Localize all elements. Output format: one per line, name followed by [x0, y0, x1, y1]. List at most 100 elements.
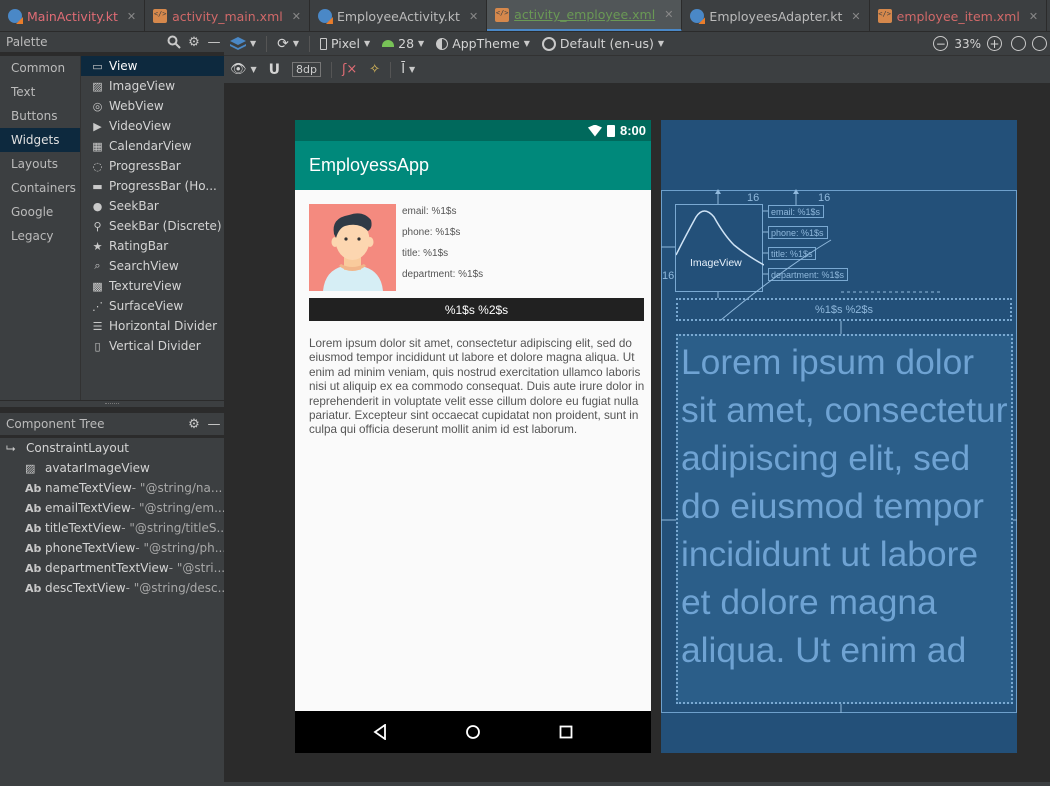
api-label: 28	[398, 36, 415, 51]
home-icon[interactable]	[453, 712, 493, 752]
editor-tab[interactable]: EmployeesAdapter.kt ✕	[682, 0, 870, 31]
close-icon[interactable]: ✕	[469, 10, 478, 23]
palette-category[interactable]: Common	[0, 56, 80, 80]
palette-widget[interactable]: ▬ ProgressBar (Ho...	[81, 176, 224, 196]
palette-widget-label: VideoView	[109, 119, 172, 133]
tree-node[interactable]: Ab titleTextView- "@string/titleS...	[0, 518, 224, 538]
tree-node[interactable]: Ab nameTextView- "@string/na...	[0, 478, 224, 498]
palette-category[interactable]: Text	[0, 80, 80, 104]
orientation-button[interactable]: ⟳ ▼	[271, 36, 305, 52]
close-icon[interactable]: ✕	[127, 10, 136, 23]
palette-widget-label: SearchView	[109, 259, 179, 273]
blueprint-email[interactable]: email: %1$s	[768, 205, 824, 218]
progress-icon: ◌	[92, 159, 103, 173]
palette-widget[interactable]: ▩ TextureView	[81, 276, 224, 296]
video-icon: ▶	[93, 119, 102, 133]
image-icon: ▨	[25, 461, 36, 475]
theme-label: AppTheme	[452, 36, 520, 51]
chevron-down-icon: ▼	[250, 65, 257, 74]
avatar-image[interactable]	[309, 204, 396, 291]
zoom-out-button[interactable]: −	[927, 36, 954, 51]
blueprint-title[interactable]: title: %1$s	[768, 247, 816, 260]
palette-widget[interactable]: ▦ CalendarView	[81, 136, 224, 156]
recents-icon[interactable]	[546, 712, 586, 752]
tree-node[interactable]: ▨ avatarImageView	[0, 458, 224, 478]
palette-widget[interactable]: ▯ Vertical Divider	[81, 336, 224, 356]
palette-category[interactable]: Widgets	[0, 128, 80, 152]
back-icon[interactable]	[360, 712, 400, 752]
blueprint-phone[interactable]: phone: %1$s	[768, 226, 828, 239]
web-icon: ◎	[92, 99, 103, 113]
palette-widget[interactable]: ▶ VideoView	[81, 116, 224, 136]
tree-node[interactable]: Ab descTextView- "@string/desc...	[0, 578, 224, 598]
palette-widget[interactable]: ⋰ SurfaceView	[81, 296, 224, 316]
minimize-icon[interactable]: —	[204, 32, 224, 52]
blueprint-description[interactable]: Lorem ipsum dolor sit amet, consectetur …	[676, 334, 1013, 704]
zoom-fit-button[interactable]	[1008, 36, 1029, 51]
palette-widget[interactable]: ◎ WebView	[81, 96, 224, 116]
palette-widget[interactable]: ★ RatingBar	[81, 236, 224, 256]
device-selector[interactable]: Pixel ▼	[314, 36, 376, 51]
palette-category[interactable]: Legacy	[0, 224, 80, 248]
close-icon[interactable]: ✕	[664, 8, 673, 21]
view-options-button[interactable]: 👁 ▼	[224, 62, 263, 77]
email-text: email: %1$s	[402, 206, 457, 217]
theme-selector[interactable]: AppTheme ▼	[430, 36, 536, 51]
tree-node[interactable]: Ab phoneTextView- "@string/ph...	[0, 538, 224, 558]
api-selector[interactable]: 28 ▼	[376, 36, 430, 51]
zoom-actual-button[interactable]	[1029, 36, 1050, 51]
android-icon	[382, 40, 395, 47]
infer-constraints-button[interactable]: ✧	[363, 62, 386, 77]
close-icon[interactable]: ✕	[851, 10, 860, 23]
palette-widget[interactable]: ☰ Horizontal Divider	[81, 316, 224, 336]
gear-icon[interactable]: ⚙	[184, 414, 204, 434]
palette-category[interactable]: Containers	[0, 176, 80, 200]
palette-widget[interactable]: ⌕ SearchView	[81, 256, 224, 276]
panel-splitter[interactable]	[0, 400, 224, 408]
minimize-icon[interactable]: —	[204, 414, 224, 434]
palette-category[interactable]: Google	[0, 200, 80, 224]
editor-tab[interactable]: EmployeeActivity.kt ✕	[310, 0, 488, 31]
gear-icon[interactable]: ⚙	[184, 32, 204, 52]
palette-widget[interactable]: ▭ View	[81, 56, 224, 76]
tree-node-ref: - "@string/em...	[130, 501, 224, 515]
palette-category[interactable]: Layouts	[0, 152, 80, 176]
blueprint-name[interactable]: %1$s %2$s	[676, 298, 1012, 321]
palette-widget[interactable]: ⚲ SeekBar (Discrete)	[81, 216, 224, 236]
tree-node-ref: - "@string/titleS...	[121, 521, 224, 535]
editor-tab-label: EmployeesAdapter.kt	[709, 8, 843, 24]
clear-constraints-button[interactable]: ʃ×	[336, 62, 363, 77]
palette-widget-label: CalendarView	[109, 139, 192, 153]
palette-widget[interactable]: ● SeekBar	[81, 196, 224, 216]
text-view-icon: Ab	[25, 561, 42, 575]
magic-wand-icon: ✧	[369, 62, 381, 77]
close-icon[interactable]: ✕	[1029, 10, 1038, 23]
design-surface[interactable]: 8:00 EmployessApp email: %1$s phone: %1$…	[295, 120, 651, 753]
palette-widget[interactable]: ▨ ImageView	[81, 76, 224, 96]
palette-category[interactable]: Buttons	[0, 104, 80, 128]
blueprint-email-label: email: %1$s	[771, 207, 821, 217]
tree-node-root[interactable]: ⮡ ConstraintLayout	[0, 438, 224, 458]
locale-selector[interactable]: Default (en-us) ▼	[536, 36, 670, 51]
blueprint-department[interactable]: department: %1$s	[768, 268, 848, 281]
description-text: Lorem ipsum dolor sit amet, consectetur …	[309, 337, 645, 437]
tree-node[interactable]: Ab emailTextView- "@string/em...	[0, 498, 224, 518]
tree-node[interactable]: Ab departmentTextView- "@stri...	[0, 558, 224, 578]
blueprint-surface[interactable]: ImageView email: %1$s phone: %1$s title:…	[661, 120, 1017, 753]
margin-label: 16	[747, 192, 760, 204]
search-icon[interactable]	[164, 32, 184, 52]
chevron-down-icon: ▼	[363, 39, 371, 48]
palette-widget[interactable]: ◌ ProgressBar	[81, 156, 224, 176]
layers-button[interactable]: ▼	[224, 36, 262, 51]
guidelines-button[interactable]: Ī ▼	[395, 62, 421, 77]
close-icon[interactable]: ✕	[292, 10, 301, 23]
zoom-in-button[interactable]: +	[981, 36, 1008, 51]
editor-tab[interactable]: activity_employee.xml ✕	[487, 0, 683, 31]
editor-tab[interactable]: MainActivity.kt ✕	[0, 0, 146, 31]
search-icon: ⌕	[94, 259, 101, 272]
default-margin-button[interactable]: 8dp	[286, 62, 327, 77]
editor-tab[interactable]: employee_item.xml ✕	[870, 0, 1048, 31]
autoconnect-button[interactable]: U	[263, 62, 286, 78]
editor-tab[interactable]: activity_main.xml ✕	[145, 0, 310, 31]
blueprint-image-view[interactable]: ImageView	[675, 204, 764, 292]
